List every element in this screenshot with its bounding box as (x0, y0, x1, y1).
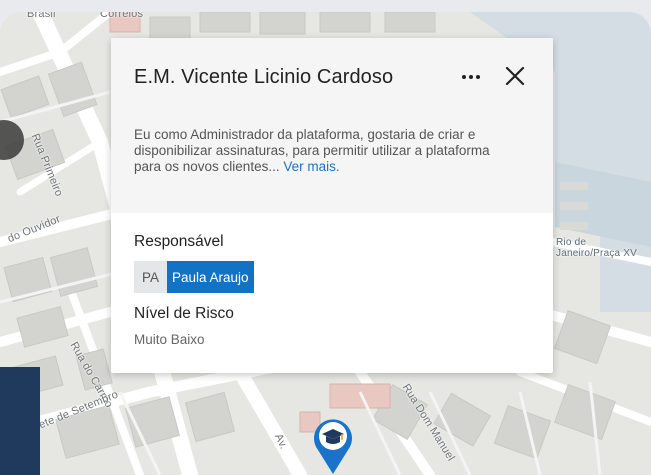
risk-level-label: Nível de Risco (134, 305, 234, 322)
map-label-praca-xv: Rio de Janeiro/Praça XV (556, 237, 638, 259)
more-dot (469, 75, 473, 79)
map-label-correios: Correios (100, 12, 144, 20)
responsible-name: Paula Araujo (167, 261, 254, 293)
avatar: PA (134, 261, 167, 293)
school-marker[interactable] (310, 412, 356, 475)
responsible-chip[interactable]: PA Paula Araujo (134, 261, 254, 293)
graduation-cap-icon (314, 419, 352, 474)
risk-level-value: Muito Baixo (134, 332, 205, 347)
map-label-brasil: Brasil (27, 12, 56, 20)
more-dot (476, 75, 480, 79)
responsible-label: Responsável (134, 233, 224, 250)
see-more-link[interactable]: Ver mais. (283, 159, 339, 174)
description: Eu como Administrador da plataforma, gos… (134, 127, 514, 175)
more-options-button[interactable] (457, 65, 485, 89)
location-details-card: E.M. Vicente Licinio Cardoso Eu como Adm… (111, 38, 553, 373)
close-icon (505, 66, 525, 86)
card-header (111, 38, 553, 213)
more-dot (462, 75, 466, 79)
card-title: E.M. Vicente Licinio Cardoso (134, 66, 394, 88)
close-button[interactable] (501, 62, 529, 90)
left-stripe (0, 367, 40, 475)
